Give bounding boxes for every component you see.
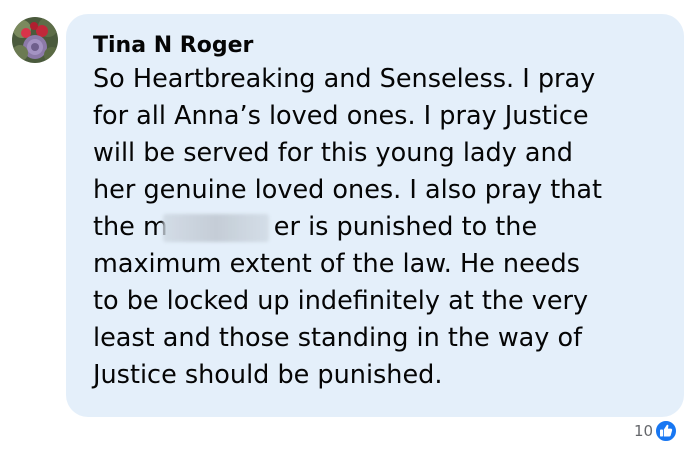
comment-line: Justice should be punished. <box>93 360 443 390</box>
like-thumb-icon <box>655 420 678 442</box>
comment-author[interactable]: Tina N Roger <box>93 35 253 57</box>
comment-line: will be served for this young lady and <box>93 138 573 168</box>
comment-line: for all Anna’s loved ones. I pray Justic… <box>93 101 589 131</box>
comment-fragment: er is punished to the <box>273 212 538 242</box>
comment-fragment: the m <box>93 212 168 242</box>
comment-line: maximum extent of the law. He needs <box>93 249 580 279</box>
comment-line: So Heartbreaking and Senseless. I pray <box>93 64 596 94</box>
comment-text: So Heartbreaking and Senseless. I pray f… <box>93 61 668 394</box>
avatar[interactable] <box>12 17 58 63</box>
comment-line-redacted: the m er is punished to the <box>93 209 668 246</box>
comment-bubble: Tina N Roger So Heartbreaking and Sensel… <box>66 14 684 417</box>
reaction-summary[interactable]: 10 <box>634 419 678 443</box>
comment-line: to be locked up indefinitely at the very <box>93 286 589 316</box>
redaction-blur <box>163 214 269 242</box>
comment-line: her genuine loved ones. I also pray that <box>93 175 602 205</box>
profile-photo-icon <box>12 17 58 63</box>
comment-line: least and those standing in the way of <box>93 323 583 353</box>
reaction-count: 10 <box>634 422 654 440</box>
